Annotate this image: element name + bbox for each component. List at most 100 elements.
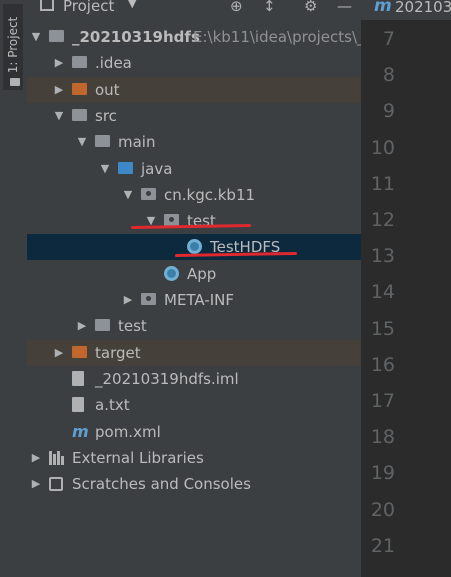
expand-arrow-icon[interactable]: ▼ [99,156,111,182]
maven-icon: m [72,421,89,441]
tree-item-label: main [118,133,156,152]
editor-area: m 202103 7 8 9 10 11 12 13 14 15 16 17 18 19 20 21 [361,0,451,577]
library-bar [53,453,56,465]
tree-item-label: pom.xml [95,422,161,441]
tree-item-label: _20210319hdfs [72,28,200,46]
folder-grey-icon [72,108,87,121]
folder-orange-icon [72,345,87,358]
expand-arrow-icon[interactable]: ▼ [145,208,157,234]
line-number: 9 [382,100,395,123]
tree-row-test[interactable]: ▼ test [27,208,361,234]
project-tool-tab-label: 1: Project [6,16,20,74]
collapse-arrow-icon[interactable]: ▶ [30,445,42,471]
file-doc-icon [72,397,84,413]
tree-item-label: META-INF [164,291,235,309]
file-doc-icon [72,370,84,386]
package-icon [141,187,156,200]
collapse-arrow-icon[interactable]: ▶ [76,313,88,339]
folder-grey-icon [95,319,110,332]
tree-item-label: target [95,343,141,362]
expand-arrow-icon[interactable]: ▼ [122,182,134,208]
line-number: 19 [370,462,395,485]
line-number: 12 [370,209,395,231]
tree-item-label: External Libraries [72,448,204,467]
expand-arrow-icon[interactable]: ▼ [76,129,88,155]
editor-tab[interactable]: m 202103 [361,0,451,20]
maven-icon: m [374,0,392,16]
tree-item-label: cn.kgc.kb11 [164,185,256,204]
tree-row-main[interactable]: ▼ main [27,129,361,155]
locate-file-icon[interactable]: ⊕ [230,0,243,15]
tree-item-label: Scratches and Consoles [72,475,251,494]
libraries-icon [49,450,65,465]
line-number: 17 [370,390,395,412]
left-tool-strip: 1: Project [0,0,28,577]
folder-blue-icon [118,161,133,174]
tree-row-cn-kgc-kb11[interactable]: ▼ cn.kgc.kb11 [27,182,361,208]
tree-item-label: _20210319hdfs.iml [95,369,239,388]
folder-orange-icon [72,82,87,95]
tree-item-label: test [187,212,216,231]
line-number: 15 [370,317,395,340]
java-class-icon [164,265,179,281]
tree-item-label: .idea [95,54,132,73]
collapse-arrow-icon[interactable]: ▶ [53,77,65,103]
line-number: 18 [370,426,395,449]
module-icon [49,30,64,42]
folder-grey-icon [95,135,110,148]
tree-row-src[interactable]: ▼ src [27,103,361,129]
tree-item-label: TestHDFS [210,238,281,257]
tree-row-java[interactable]: ▼ java [27,156,361,182]
collapse-arrow-icon[interactable]: ▶ [53,50,65,76]
tree-item-label: src [95,106,117,125]
line-number: 20 [370,498,395,521]
tree-row-20210319hdfs-iml[interactable]: _20210319hdfs.iml [27,366,361,392]
line-number: 16 [370,353,395,376]
minimize-icon[interactable]: — [337,0,352,15]
tree-row-20210319hdfs[interactable]: ▼ _20210319hdfs E:\kb11\idea\projects\_ [27,24,365,50]
collapse-arrow-icon[interactable]: ▶ [30,471,42,497]
line-number: 7 [382,28,395,50]
tree-row-app[interactable]: App [27,261,361,287]
line-number: 13 [370,245,395,268]
tree-row-out[interactable]: ▶ out [27,76,361,103]
tree-row-test[interactable]: ▶ test [27,313,361,339]
tree-row-scratches-and-consoles[interactable]: ▶ Scratches and Consoles [27,471,361,497]
project-toolbar: Project ▼ ⊕ ↕ ⚙ — [27,0,361,20]
line-number: 8 [382,64,395,87]
collapse-arrow-icon[interactable]: ▶ [53,340,65,366]
collapse-all-icon[interactable]: ↕ [263,0,276,15]
tree-item-label: App [187,264,217,283]
expand-arrow-icon[interactable]: ▼ [53,103,65,129]
tree-row-external-libraries[interactable]: ▶ External Libraries [27,445,361,471]
tree-row-target[interactable]: ▶ target [27,339,361,366]
library-bar [49,450,52,465]
gear-icon[interactable]: ⚙ [304,0,317,15]
line-number: 11 [370,172,395,195]
tree-item-label: java [141,159,173,178]
tree-item-label: a.txt [95,396,130,415]
project-tool-tab[interactable]: 1: Project [3,4,23,90]
folder-grey-icon [72,56,87,69]
library-bar [61,455,64,465]
collapse-arrow-icon[interactable]: ▶ [122,287,134,313]
tree-row-a-txt[interactable]: a.txt [27,392,361,418]
tree-row-pom-xml[interactable]: m pom.xml [27,419,361,445]
library-bar [57,450,60,465]
tree-item-label: out [95,80,120,99]
tree-row-meta-inf[interactable]: ▶ META-INF [27,287,361,313]
tree-item-label: test [118,317,147,336]
tree-row-idea[interactable]: ▶ .idea [27,50,361,76]
folder-icon [10,78,20,86]
project-path: E:\kb11\idea\projects\_ [193,28,365,46]
view-dropdown-icon[interactable]: ▼ [128,0,136,10]
project-view-title[interactable]: Project [63,0,114,15]
line-number: 14 [370,281,395,304]
project-view-icon [40,0,54,11]
scratches-icon [49,477,63,492]
line-number: 10 [370,136,395,159]
editor-tab-label: 202103 [395,0,451,16]
project-panel: Project ▼ ⊕ ↕ ⚙ — ▼ _20210319hdfs E:\kb11\… [27,0,365,577]
java-class-icon [187,239,202,255]
expand-arrow-icon[interactable]: ▼ [30,24,42,50]
